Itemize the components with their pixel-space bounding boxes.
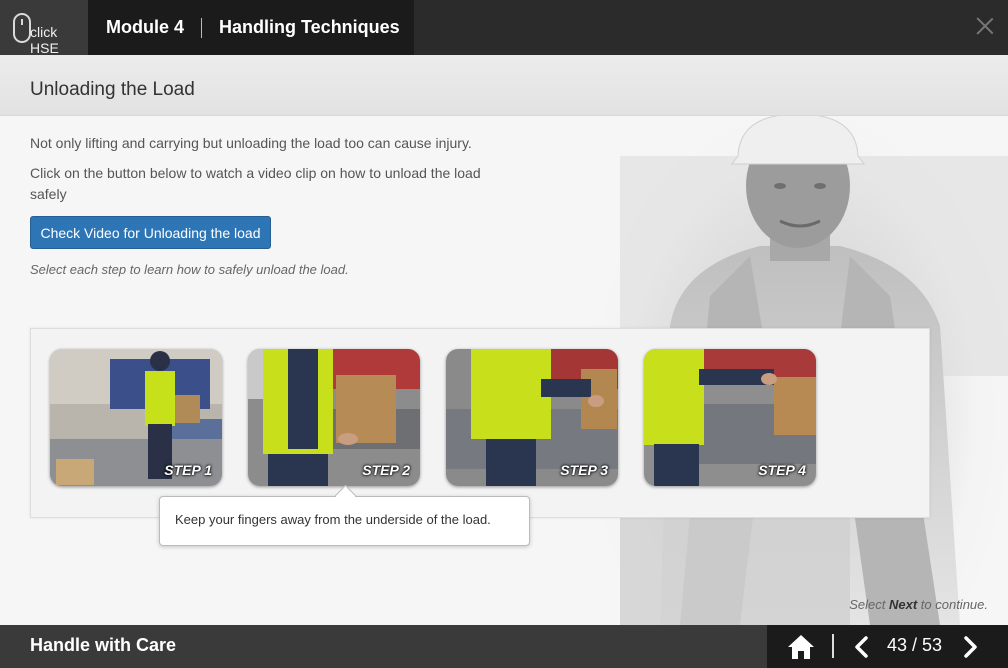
next-arrow-icon[interactable] bbox=[963, 636, 979, 658]
content-area: Not only lifting and carrying but unload… bbox=[0, 116, 1008, 625]
check-video-button[interactable]: Check Video for Unloading the load bbox=[30, 216, 271, 249]
step-4-card[interactable]: STEP 4 bbox=[644, 349, 816, 486]
module-divider bbox=[201, 17, 203, 38]
previous-arrow-icon[interactable] bbox=[853, 636, 869, 658]
step-1-card[interactable]: STEP 1 bbox=[50, 349, 222, 486]
title-band: Unloading the Load bbox=[0, 55, 1008, 116]
home-icon[interactable] bbox=[787, 634, 815, 660]
nav-divider bbox=[832, 634, 834, 658]
module-header: Module 4 Handling Techniques bbox=[88, 0, 414, 55]
step-3-card[interactable]: STEP 3 bbox=[446, 349, 618, 486]
step-1-label: STEP 1 bbox=[164, 462, 212, 478]
select-step-hint: Select each step to learn how to safely … bbox=[30, 262, 349, 277]
page-indicator: 43 / 53 bbox=[887, 635, 943, 655]
next-hint-keyword: Next bbox=[888, 597, 918, 612]
logo-text: click HSE bbox=[30, 24, 59, 56]
close-icon[interactable] bbox=[976, 17, 994, 35]
step-4-label: STEP 4 bbox=[758, 462, 806, 478]
step-3-label: STEP 3 bbox=[560, 462, 608, 478]
step-tooltip: Keep your fingers away from the undersid… bbox=[159, 496, 530, 546]
top-bar: click HSE Module 4 Handling Techniques bbox=[0, 0, 1008, 56]
next-hint-prefix: Select bbox=[849, 597, 889, 612]
instruction-text: Click on the button below to watch a vid… bbox=[30, 165, 481, 202]
navigation-controls: 43 / 53 bbox=[767, 625, 1008, 668]
click-hse-logo: click HSE bbox=[0, 0, 88, 56]
module-number: Module 4 bbox=[106, 17, 185, 37]
next-hint-suffix: to continue. bbox=[917, 597, 988, 612]
footer-bar: Handle with Care 43 / 53 bbox=[0, 625, 1008, 668]
tooltip-text: Keep your fingers away from the undersid… bbox=[175, 512, 491, 527]
step-2-card[interactable]: STEP 2 bbox=[248, 349, 420, 486]
module-title: Handling Techniques bbox=[219, 17, 400, 37]
step-2-label: STEP 2 bbox=[362, 462, 410, 478]
steps-panel: STEP 1 STEP 2 STEP 3 STEP 4 bbox=[30, 328, 930, 518]
course-title: Handle with Care bbox=[30, 635, 177, 655]
next-hint: Select Next to continue. bbox=[849, 597, 988, 612]
mouse-icon bbox=[13, 13, 31, 43]
intro-text: Not only lifting and carrying but unload… bbox=[30, 135, 472, 151]
page-title: Unloading the Load bbox=[30, 79, 195, 100]
